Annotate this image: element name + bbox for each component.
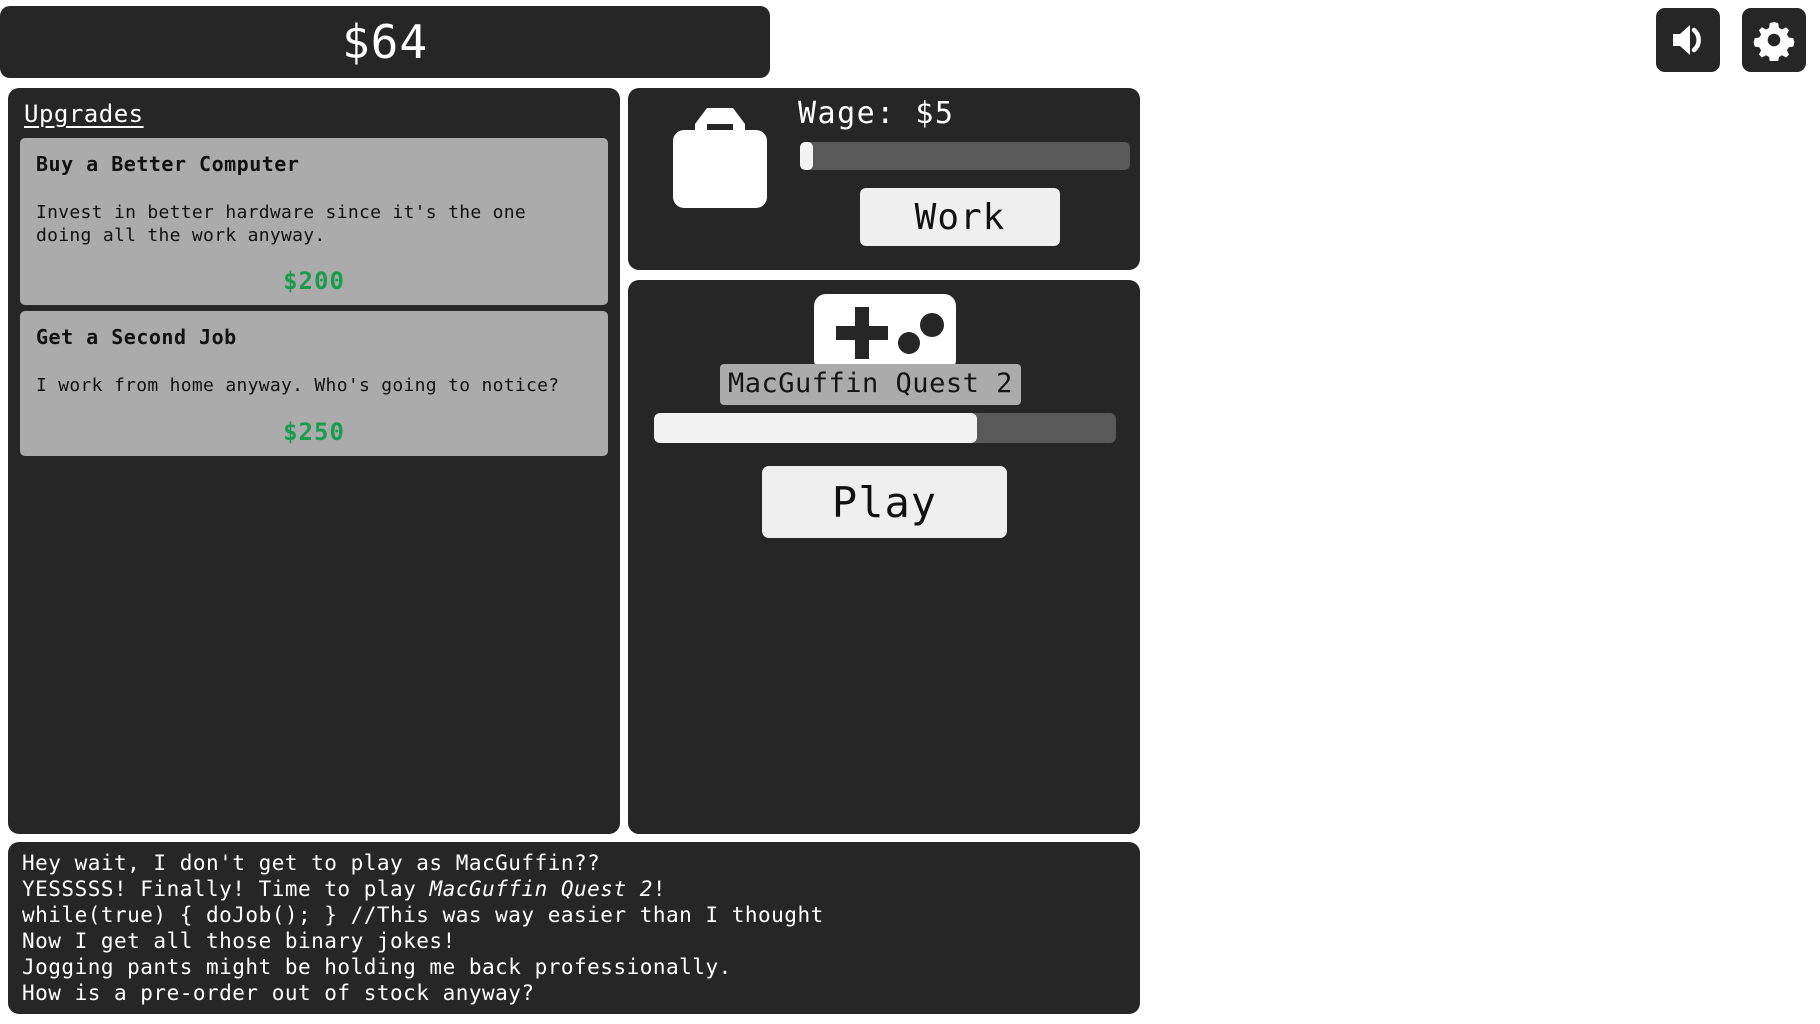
upgrade-description: Invest in better hardware since it's the… xyxy=(36,202,538,246)
work-button[interactable]: Work xyxy=(860,188,1060,246)
log-line: Now I get all those binary jokes! xyxy=(22,929,456,953)
speaker-icon xyxy=(1667,19,1709,61)
money-display: $64 xyxy=(0,6,770,78)
gamepad-icon xyxy=(814,294,956,372)
game-root: $64 Upgrades Buy a Better Computer Inves… xyxy=(0,0,1820,1024)
log-line: while(true) { doJob(); } //This was way … xyxy=(22,903,824,927)
top-icon-group xyxy=(1656,8,1806,72)
wage-label: Wage: $5 xyxy=(798,96,955,131)
settings-button[interactable] xyxy=(1742,8,1806,72)
upgrade-price: $250 xyxy=(283,417,345,446)
log-line: Jogging pants might be holding me back p… xyxy=(22,955,732,979)
sound-toggle-button[interactable] xyxy=(1656,8,1720,72)
play-button[interactable]: Play xyxy=(762,466,1007,538)
money-amount: $64 xyxy=(341,15,429,69)
upgrade-description: I work from home anyway. Who's going to … xyxy=(36,375,560,396)
briefcase-icon xyxy=(650,102,790,222)
upgrade-name: Buy a Better Computer xyxy=(36,152,300,176)
log-line: YESSSSS! Finally! Time to play MacGuffin… xyxy=(22,877,667,901)
upgrade-card[interactable]: Get a Second Job I work from home anyway… xyxy=(20,311,608,456)
log-line: How is a pre-order out of stock anyway? xyxy=(22,981,535,1005)
upgrade-price: $200 xyxy=(283,267,345,295)
game-title: MacGuffin Quest 2 xyxy=(720,364,1021,405)
game-panel: MacGuffin Quest 2 Play xyxy=(628,280,1140,834)
game-progress-bar xyxy=(654,413,1116,443)
wage-progress-bar xyxy=(800,142,1130,170)
upgrade-card[interactable]: Buy a Better Computer Invest in better h… xyxy=(20,138,608,305)
game-progress-fill xyxy=(654,413,978,443)
gear-icon xyxy=(1753,19,1795,61)
log-line: Hey wait, I don't get to play as MacGuff… xyxy=(22,851,601,875)
wage-progress-fill xyxy=(800,142,814,170)
upgrade-name: Get a Second Job xyxy=(36,325,237,349)
upgrades-title: Upgrades xyxy=(24,100,144,128)
job-panel: Job Wage: $5 Work xyxy=(628,88,1140,324)
upgrades-panel: Upgrades Buy a Better Computer Invest in… xyxy=(8,88,620,834)
message-log-panel: Hey wait, I don't get to play as MacGuff… xyxy=(8,842,1140,1014)
